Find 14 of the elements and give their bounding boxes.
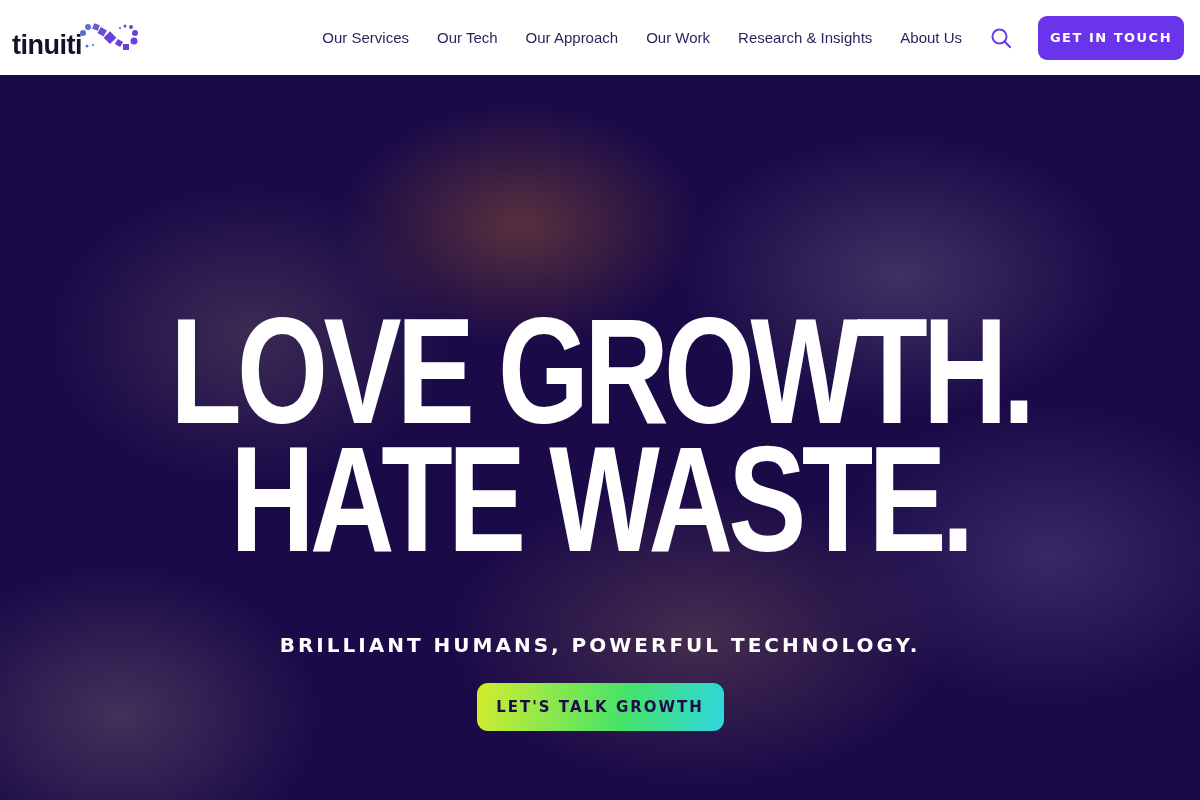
nav-link[interactable]: About Us xyxy=(900,29,962,46)
get-in-touch-button[interactable]: GET IN TOUCH xyxy=(1038,15,1184,60)
search-icon[interactable] xyxy=(990,26,1012,49)
nav-link[interactable]: Our Approach xyxy=(525,29,619,46)
nav-link[interactable]: Our Work xyxy=(646,29,711,46)
nav-link[interactable]: Our Services xyxy=(322,29,409,46)
dots-logo-icon xyxy=(79,23,141,51)
talk-growth-button[interactable]: LET'S TALK GROWTH xyxy=(476,683,724,731)
nav-link[interactable]: Research & Insights xyxy=(738,29,873,46)
headline: HATE WASTE. xyxy=(230,435,970,563)
headline: LOVE GROWTH. xyxy=(169,307,1031,435)
nav-link[interactable]: Our Tech xyxy=(437,29,498,46)
logo-wordmark[interactable]: tinuiti xyxy=(12,30,82,61)
tagline: BRILLIANT HUMANS, POWERFUL TECHNOLOGY. xyxy=(279,633,921,657)
